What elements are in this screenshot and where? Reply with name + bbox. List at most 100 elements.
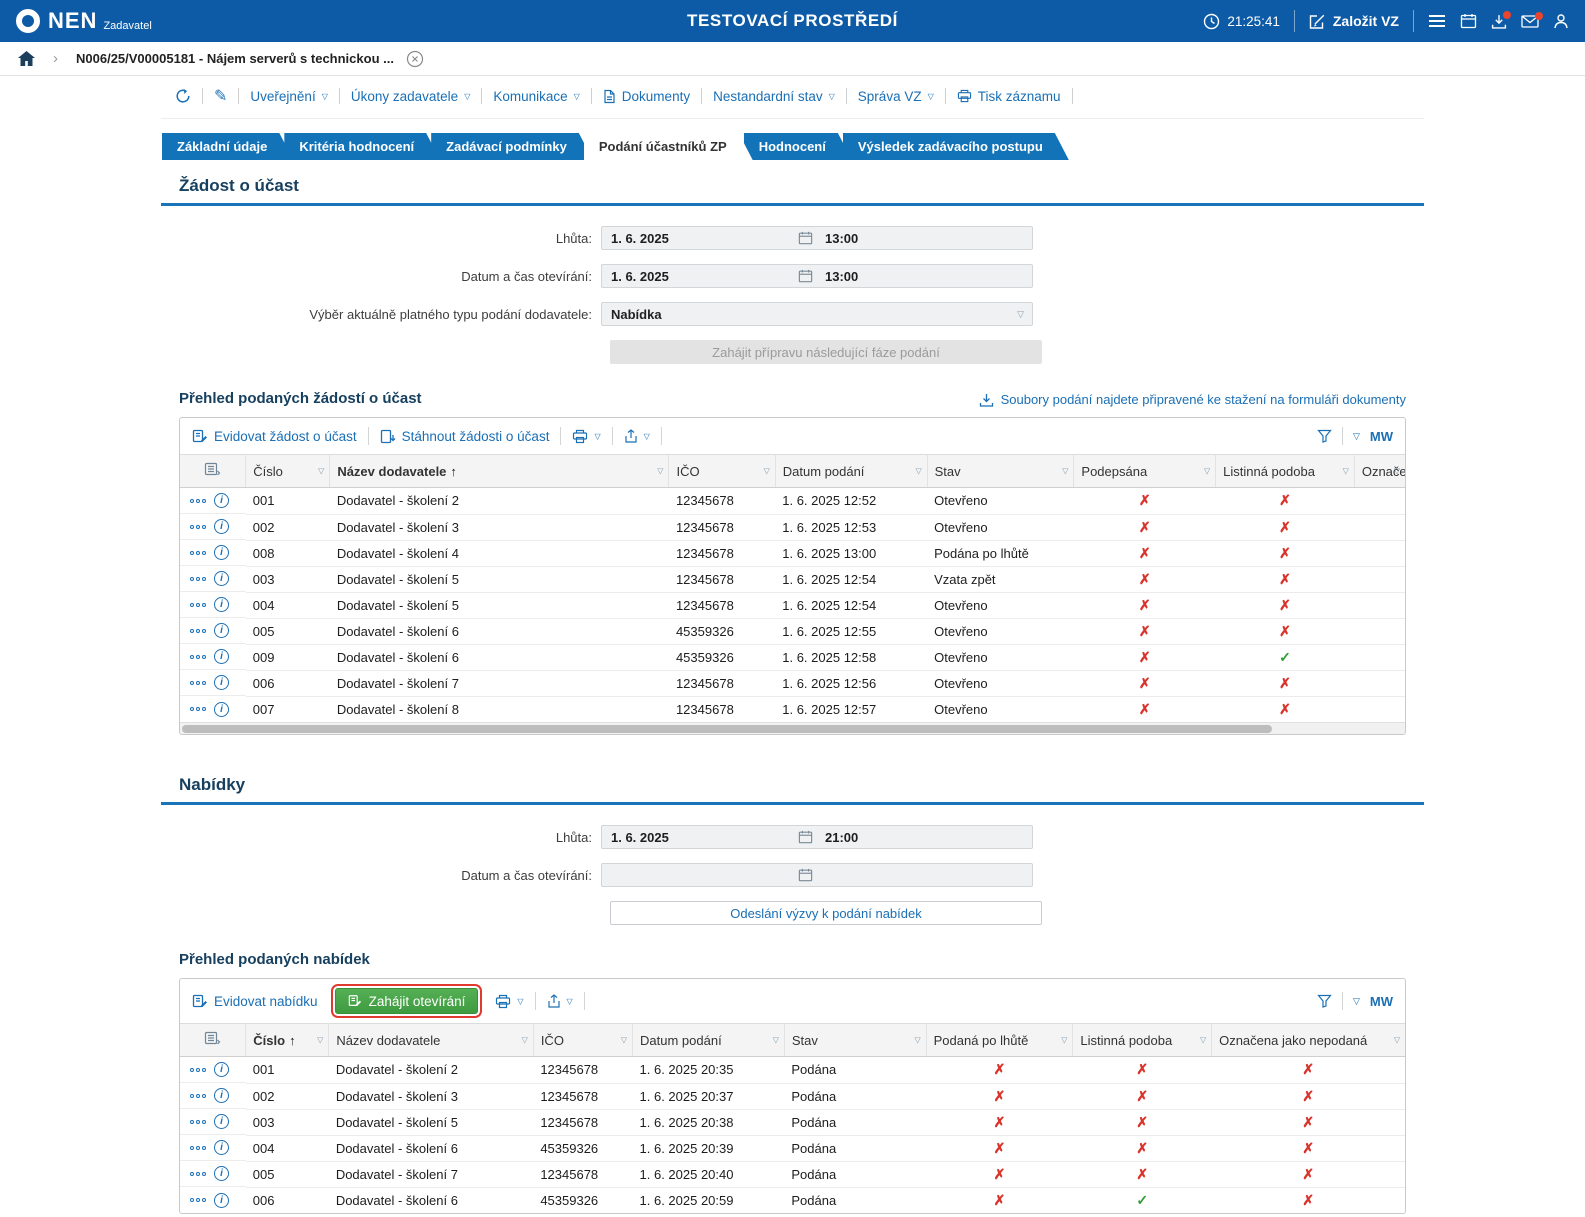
calendar-icon[interactable] xyxy=(798,868,813,882)
info-icon[interactable]: i xyxy=(214,1166,229,1181)
history-icon[interactable] xyxy=(175,88,191,104)
column-header-podana-po-lhute[interactable]: Podaná po lhůtě▽ xyxy=(926,1024,1073,1057)
tab-hodnoceni[interactable]: Hodnocení xyxy=(744,133,852,160)
table-row[interactable]: i007Dodavatel - školení 8123456781. 6. 2… xyxy=(180,696,1405,722)
evidovat-nabidku-button[interactable]: Evidovat nabídku xyxy=(192,994,318,1009)
oteviranni-datetime-field[interactable] xyxy=(601,863,1033,887)
info-icon[interactable]: i xyxy=(214,571,229,586)
user-icon[interactable] xyxy=(1553,13,1569,29)
zahajit-oteviranni-button[interactable]: Zahájit otevírání xyxy=(335,988,479,1014)
action-dokumenty[interactable]: Dokumenty xyxy=(603,89,690,104)
filter-caret-icon[interactable]: ▽ xyxy=(1062,467,1068,476)
export-button[interactable]: ▽ xyxy=(624,429,650,444)
breadcrumb-item[interactable]: N006/25/V00005181 - Nájem serverů s tech… xyxy=(76,51,394,66)
filter-caret-icon[interactable]: ▽ xyxy=(1204,467,1210,476)
column-header-nazev-dodavatele[interactable]: Název dodavatele▽ xyxy=(329,1024,534,1057)
table-row[interactable]: i006Dodavatel - školení 6453593261. 6. 2… xyxy=(180,1187,1405,1213)
action-sprava-vz[interactable]: Správa VZ▽ xyxy=(858,89,934,104)
scrollbar-thumb[interactable] xyxy=(182,725,1272,733)
mw-button[interactable]: MW xyxy=(1370,994,1393,1009)
calendar-icon[interactable] xyxy=(798,269,813,283)
column-header-oznacena-jako-nepodana[interactable]: Označena jako nepodaná▽ xyxy=(1212,1024,1405,1057)
tab-podani-ucastniku-zp[interactable]: Podání účastníků ZP xyxy=(584,133,753,160)
column-header-stav[interactable]: Stav▽ xyxy=(927,455,1074,488)
downloads-icon[interactable] xyxy=(1491,14,1507,29)
menu-icon[interactable] xyxy=(1428,14,1446,28)
column-settings-button[interactable] xyxy=(180,455,246,488)
odeslani-vyzvy-button[interactable]: Odeslání výzvy k podání nabídek xyxy=(610,901,1042,925)
calendar-icon[interactable] xyxy=(1460,13,1477,29)
messages-icon[interactable] xyxy=(1521,15,1539,28)
info-icon[interactable]: i xyxy=(214,675,229,690)
print-button[interactable]: ▽ xyxy=(572,429,600,444)
row-menu-button[interactable] xyxy=(190,577,206,581)
row-menu-button[interactable] xyxy=(190,707,206,711)
lhuta-datetime-field[interactable]: 1. 6. 2025 21:00 xyxy=(601,825,1033,849)
zahajit-pripravu-button[interactable]: Zahájit přípravu následující fáze podání xyxy=(610,340,1042,364)
tab-zadavaci-podminky[interactable]: Zadávací podmínky xyxy=(431,133,593,160)
chevron-down-icon[interactable]: ▽ xyxy=(1353,431,1360,442)
info-icon[interactable]: i xyxy=(214,623,229,638)
row-menu-button[interactable] xyxy=(190,499,206,503)
info-icon[interactable]: i xyxy=(214,1088,229,1103)
info-icon[interactable]: i xyxy=(214,597,229,612)
table-row[interactable]: i006Dodavatel - školení 7123456781. 6. 2… xyxy=(180,670,1405,696)
column-header-datum-podani[interactable]: Datum podání▽ xyxy=(633,1024,785,1057)
mw-button[interactable]: MW xyxy=(1370,429,1393,444)
table-row[interactable]: i003Dodavatel - školení 5123456781. 6. 2… xyxy=(180,566,1405,592)
row-menu-button[interactable] xyxy=(190,1172,206,1176)
row-menu-button[interactable] xyxy=(190,1120,206,1124)
column-header-podepsana[interactable]: Podepsána▽ xyxy=(1074,455,1216,488)
column-header-oznace[interactable]: Označe▽ xyxy=(1354,455,1405,488)
filter-caret-icon[interactable]: ▽ xyxy=(318,467,324,476)
filter-caret-icon[interactable]: ▽ xyxy=(1343,467,1349,476)
action-ukony-zadavatele[interactable]: Úkony zadavatele▽ xyxy=(351,89,470,104)
table-row[interactable]: i001Dodavatel - školení 2123456781. 6. 2… xyxy=(180,1057,1405,1084)
info-icon[interactable]: i xyxy=(214,649,229,664)
filter-caret-icon[interactable]: ▽ xyxy=(764,467,770,476)
action-uverejneni[interactable]: Uveřejnění▽ xyxy=(250,89,327,104)
filter-caret-icon[interactable]: ▽ xyxy=(1061,1036,1067,1045)
tab-zakladni-udaje[interactable]: Základní údaje xyxy=(162,133,293,160)
home-icon[interactable] xyxy=(18,51,35,66)
filter-caret-icon[interactable]: ▽ xyxy=(1200,1036,1206,1045)
table-row[interactable]: i005Dodavatel - školení 7123456781. 6. 2… xyxy=(180,1161,1405,1187)
edit-icon[interactable]: ✎ xyxy=(214,86,227,106)
column-header-stav[interactable]: Stav▽ xyxy=(784,1024,926,1057)
info-icon[interactable]: i xyxy=(214,702,229,717)
action-tisk-zaznamu[interactable]: Tisk záznamu xyxy=(957,89,1061,104)
info-icon[interactable]: i xyxy=(214,519,229,534)
filter-button[interactable] xyxy=(1317,994,1332,1008)
action-komunikace[interactable]: Komunikace▽ xyxy=(493,89,579,104)
table-row[interactable]: i008Dodavatel - školení 4123456781. 6. 2… xyxy=(180,540,1405,566)
filter-caret-icon[interactable]: ▽ xyxy=(522,1036,528,1045)
filter-caret-icon[interactable]: ▽ xyxy=(1394,467,1400,476)
files-download-link[interactable]: Soubory podání najdete připravené ke sta… xyxy=(979,392,1406,407)
column-header-nazev-dodavatele[interactable]: Název dodavatele↑▽ xyxy=(330,455,669,488)
filter-caret-icon[interactable]: ▽ xyxy=(773,1036,779,1045)
table-row[interactable]: i002Dodavatel - školení 3123456781. 6. 2… xyxy=(180,514,1405,540)
filter-caret-icon[interactable]: ▽ xyxy=(317,1036,323,1045)
table-row[interactable]: i009Dodavatel - školení 6453593261. 6. 2… xyxy=(180,644,1405,670)
evidovat-zadost-button[interactable]: Evidovat žádost o účast xyxy=(192,429,357,444)
table-row[interactable]: i003Dodavatel - školení 5123456781. 6. 2… xyxy=(180,1109,1405,1135)
column-header-ico[interactable]: IČO▽ xyxy=(669,455,775,488)
row-menu-button[interactable] xyxy=(190,603,206,607)
row-menu-button[interactable] xyxy=(190,551,206,555)
table-row[interactable]: i005Dodavatel - školení 6453593261. 6. 2… xyxy=(180,618,1405,644)
stahnout-zadosti-button[interactable]: Stáhnout žádosti o účast xyxy=(380,429,550,444)
calendar-icon[interactable] xyxy=(798,231,813,245)
filter-caret-icon[interactable]: ▽ xyxy=(915,467,921,476)
chevron-down-icon[interactable]: ▽ xyxy=(1353,996,1360,1007)
action-nestandardni-stav[interactable]: Nestandardní stav▽ xyxy=(713,89,835,104)
column-header-listinna-podoba[interactable]: Listinná podoba▽ xyxy=(1216,455,1355,488)
oteviranni-datetime-field[interactable]: 1. 6. 2025 13:00 xyxy=(601,264,1033,288)
column-settings-button[interactable] xyxy=(180,1024,246,1057)
info-icon[interactable]: i xyxy=(214,1140,229,1155)
row-menu-button[interactable] xyxy=(190,1146,206,1150)
row-menu-button[interactable] xyxy=(190,629,206,633)
export-button[interactable]: ▽ xyxy=(547,994,573,1009)
print-button[interactable]: ▽ xyxy=(495,994,523,1009)
tab-vysledek-zadavaciho-postupu[interactable]: Výsledek zadávacího postupu xyxy=(843,133,1069,160)
filter-caret-icon[interactable]: ▽ xyxy=(1394,1036,1400,1045)
